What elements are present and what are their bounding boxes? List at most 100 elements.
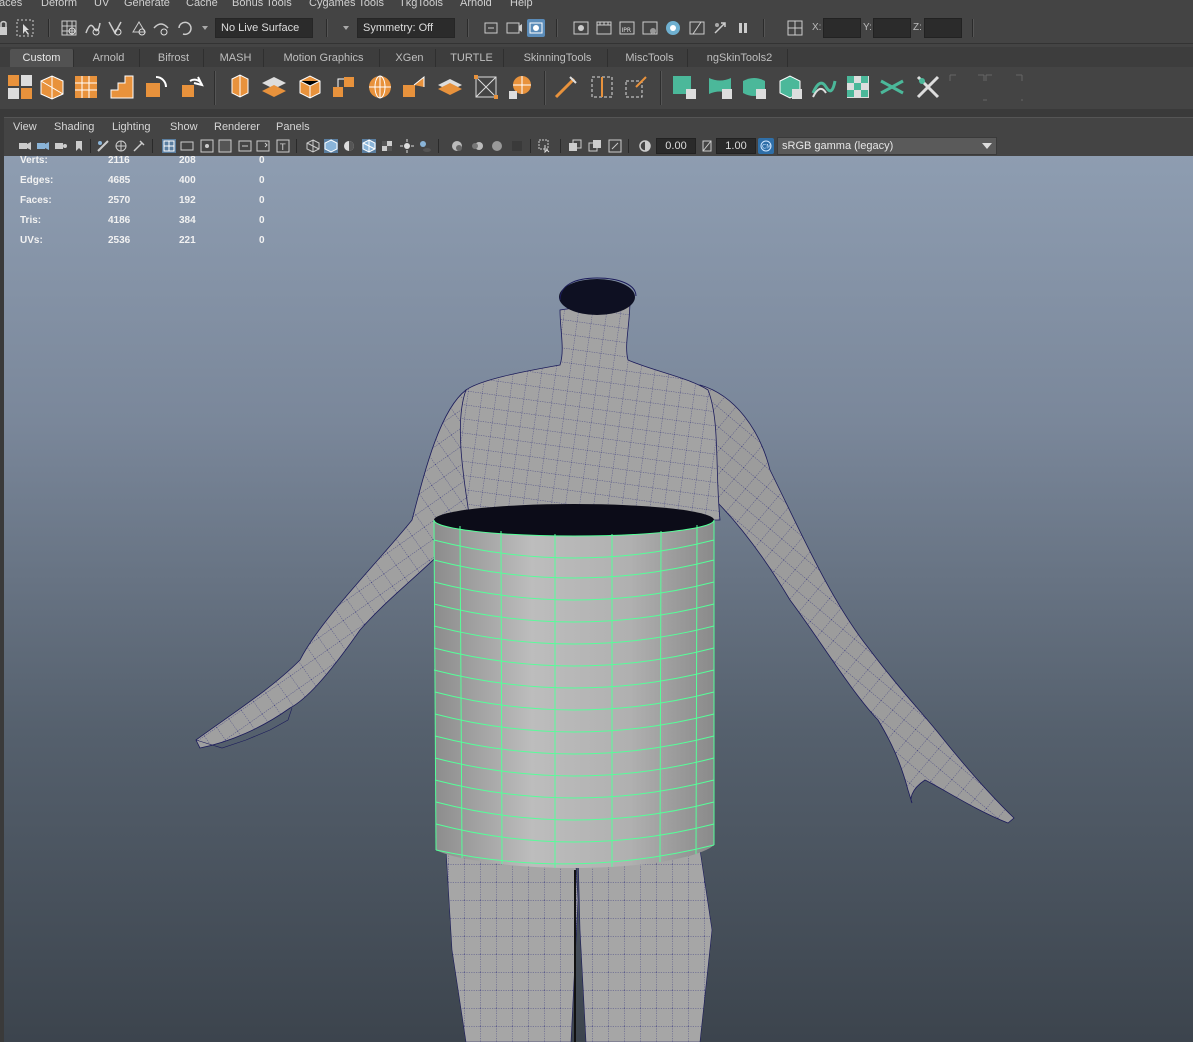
lock-icon[interactable] <box>0 19 10 37</box>
menu-arnold[interactable]: Arnold <box>460 0 492 9</box>
depth-of-field-icon[interactable] <box>510 139 524 153</box>
y-field[interactable] <box>873 18 911 38</box>
backface-culling-icon[interactable] <box>608 139 622 153</box>
menu-cache[interactable]: Cache <box>186 0 218 9</box>
separate-icon[interactable] <box>400 73 428 101</box>
isolate-select-icon[interactable] <box>538 139 552 153</box>
menu-bonus-tools[interactable]: Bonus Tools <box>232 0 292 9</box>
menu-renderer[interactable]: Renderer <box>214 121 260 133</box>
menu-shading[interactable]: Shading <box>54 121 94 133</box>
color-space-dropdown[interactable]: sRGB gamma (legacy) <box>777 137 997 155</box>
bounding-box-icon[interactable] <box>472 73 500 101</box>
menu-generate[interactable]: Generate <box>124 0 170 9</box>
render-view-icon[interactable] <box>572 19 590 37</box>
2d-pan-zoom-icon[interactable] <box>132 139 146 153</box>
tab-arnold[interactable]: Arnold <box>78 49 140 67</box>
skin-cylinder-icon[interactable] <box>740 73 768 101</box>
snap-grid-icon[interactable] <box>60 19 78 37</box>
z-field[interactable] <box>924 18 962 38</box>
screen-space-ao-icon[interactable] <box>450 139 464 153</box>
scene-canvas[interactable] <box>4 156 1193 1042</box>
menu-faces[interactable]: faces <box>0 0 22 9</box>
snap-live-icon[interactable] <box>152 19 170 37</box>
smooth-shade-icon[interactable] <box>324 139 338 153</box>
menu-view[interactable]: View <box>13 121 37 133</box>
modelling-toolkit-icon[interactable] <box>786 19 804 37</box>
multi-cut-icon[interactable] <box>552 73 580 101</box>
3d-viewport[interactable]: Verts: 2116 208 0 Edges: 4685 400 0 Face… <box>4 156 1193 1042</box>
tab-skinningtools[interactable]: SkinningTools <box>508 49 608 67</box>
tab-misctools[interactable]: MiscTools <box>612 49 688 67</box>
menu-help[interactable]: Help <box>510 0 533 9</box>
menu-panels[interactable]: Panels <box>276 121 310 133</box>
wireframe-on-shaded-icon[interactable] <box>362 139 376 153</box>
tab-bifrost[interactable]: Bifrost <box>144 49 204 67</box>
skin-curve-icon[interactable] <box>810 73 838 101</box>
sphere-grid-icon[interactable] <box>366 73 394 101</box>
camera-lock-icon[interactable] <box>54 139 68 153</box>
bridge-icon[interactable] <box>260 73 288 101</box>
chevron-down-icon[interactable] <box>343 26 349 30</box>
tab-mash[interactable]: MASH <box>208 49 264 67</box>
render-current-frame-icon[interactable] <box>505 19 523 37</box>
hypershade-icon[interactable] <box>664 19 682 37</box>
snap-view-plane-icon[interactable] <box>130 19 148 37</box>
combine-icon[interactable] <box>330 73 358 101</box>
x-field[interactable] <box>823 18 861 38</box>
menu-tkgtools[interactable]: TkgTools <box>399 0 443 9</box>
skin-mirror-icon[interactable] <box>878 73 906 101</box>
menu-uv[interactable]: UV <box>94 0 109 9</box>
render-sequence-icon[interactable] <box>711 19 729 37</box>
snap-point-icon[interactable] <box>106 19 124 37</box>
textured-icon[interactable] <box>380 139 394 153</box>
motion-blur-icon[interactable] <box>470 139 484 153</box>
menu-deform[interactable]: Deform <box>41 0 77 9</box>
bookmark-icon[interactable] <box>72 139 86 153</box>
poly-cube-split-icon[interactable] <box>38 73 66 101</box>
ipr-render-active-icon[interactable] <box>527 19 545 37</box>
selected-cylinder[interactable] <box>433 504 715 868</box>
poly-rotate-icon[interactable] <box>142 73 170 101</box>
tab-turtle[interactable]: TURTLE <box>440 49 504 67</box>
ipr-render-icon[interactable]: IPR <box>618 19 636 37</box>
lighting-icon[interactable] <box>400 139 414 153</box>
gamma-icon[interactable] <box>700 139 714 153</box>
gamma-field[interactable]: 1.00 <box>716 138 756 154</box>
tab-xgen[interactable]: XGen <box>384 49 436 67</box>
target-weld-icon[interactable] <box>622 73 650 101</box>
skin-bind-icon[interactable] <box>670 73 698 101</box>
edge-loop-icon[interactable] <box>588 73 616 101</box>
camera-select-icon[interactable] <box>18 139 32 153</box>
camera-attributes-icon[interactable] <box>36 139 50 153</box>
symmetry-field[interactable]: Symmetry: Off <box>357 18 455 38</box>
color-management-icon[interactable]: CM <box>758 138 774 154</box>
wireframe-icon[interactable] <box>306 139 320 153</box>
gate-mask-icon[interactable] <box>218 139 232 153</box>
anti-aliasing-icon[interactable] <box>490 139 504 153</box>
select-tool-icon[interactable] <box>16 19 34 37</box>
snap-curve-icon[interactable] <box>84 19 102 37</box>
exposure-field[interactable]: 0.00 <box>656 138 696 154</box>
tab-ngskintools2[interactable]: ngSkinTools2 <box>692 49 788 67</box>
smooth-sphere-icon[interactable] <box>506 73 534 101</box>
pause-icon[interactable] <box>734 19 752 37</box>
xray-icon[interactable] <box>568 139 582 153</box>
image-plane-icon[interactable] <box>96 139 110 153</box>
chevron-down-icon[interactable] <box>202 26 208 30</box>
safe-title-icon[interactable]: T <box>276 139 290 153</box>
poly-transfer-icon[interactable] <box>178 73 206 101</box>
boolean-icon[interactable] <box>436 73 464 101</box>
xray-joints-icon[interactable] <box>588 139 602 153</box>
skin-checker-icon[interactable] <box>844 73 872 101</box>
live-surface-field[interactable]: No Live Surface <box>215 18 313 38</box>
playblast-icon[interactable] <box>688 19 706 37</box>
default-material-icon[interactable] <box>342 139 356 153</box>
skin-unbind-icon[interactable] <box>914 73 942 101</box>
snap-together-icon[interactable] <box>176 19 194 37</box>
tab-custom[interactable]: Custom <box>10 49 74 67</box>
film-gate-icon[interactable] <box>180 139 194 153</box>
poly-grid-icon[interactable] <box>6 73 34 101</box>
extrude-icon[interactable] <box>226 73 254 101</box>
skin-cube-icon[interactable] <box>776 73 804 101</box>
menu-cygames-tools[interactable]: Cygames Tools <box>309 0 384 9</box>
